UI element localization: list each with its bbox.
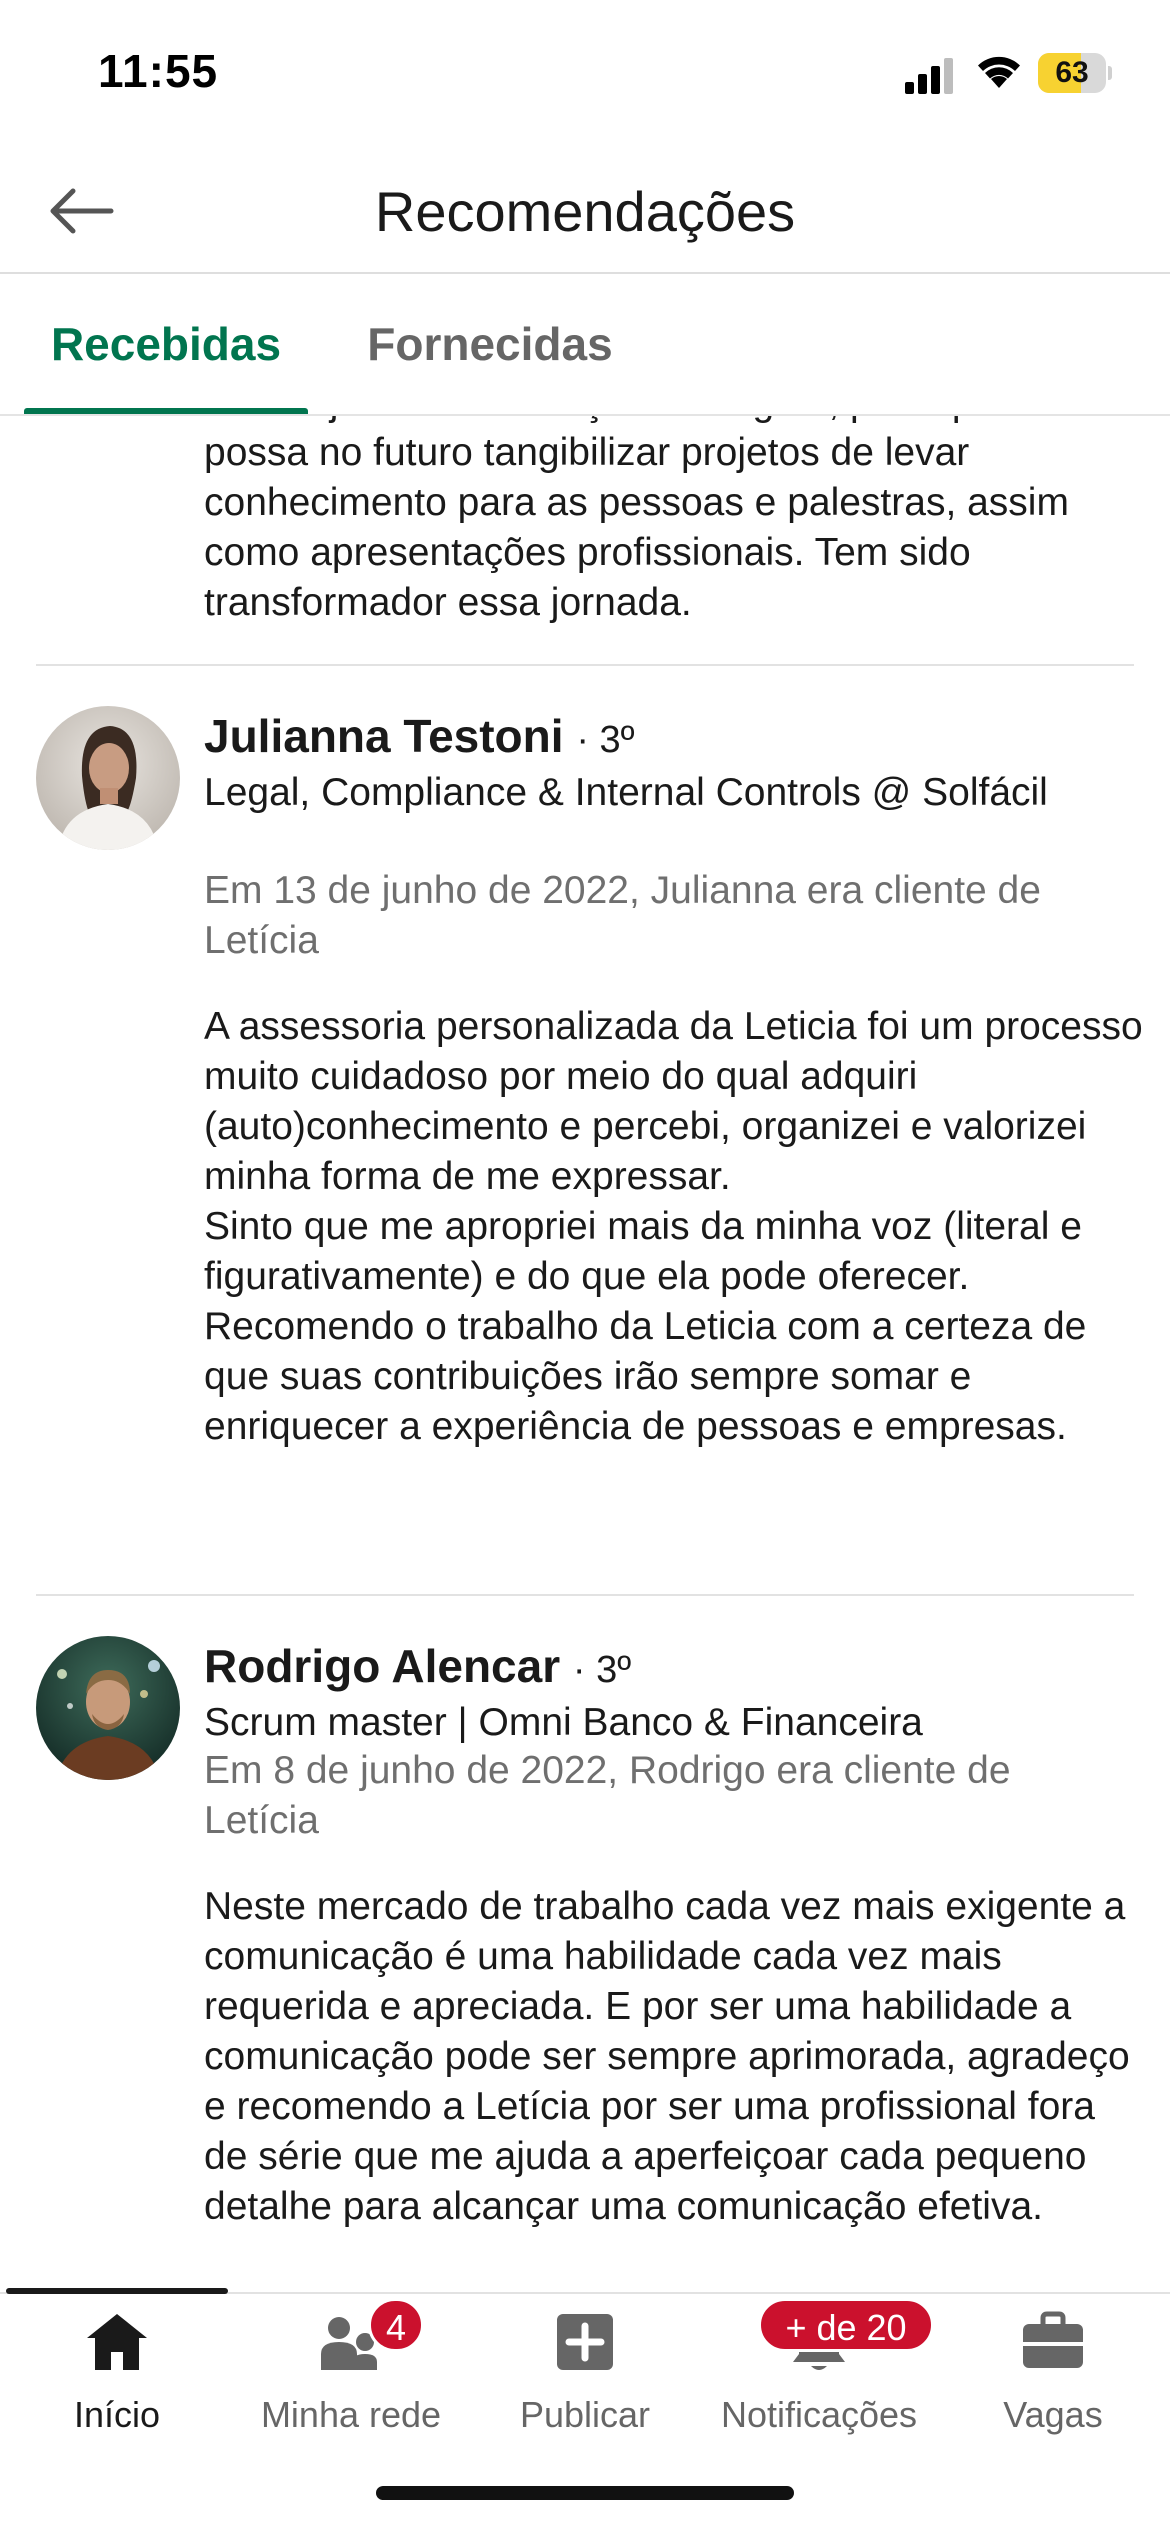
wifi-icon	[978, 56, 1020, 88]
nav-home[interactable]: Início	[0, 2294, 234, 2464]
recommendation-card: Rodrigo Alencar · 3º Scrum master | Omni…	[0, 1636, 1170, 2292]
recommender-name[interactable]: Rodrigo Alencar	[204, 1640, 560, 1692]
nav-notifications[interactable]: + de 20 Notificações	[702, 2294, 936, 2464]
nav-label-jobs: Vagas	[1003, 2394, 1103, 2435]
signal-icon	[905, 58, 953, 94]
recommendations-list[interactable]: na voz junto à articulação e imagem, par…	[0, 416, 1170, 2292]
nav-label-home: Início	[73, 2394, 161, 2435]
avatar[interactable]	[36, 706, 180, 850]
recommendation-relation: Em 13 de junho de 2022, Julianna era cli…	[204, 869, 1041, 962]
recommendation-relation: Em 8 de junho de 2022, Rodrigo era clien…	[204, 1749, 1011, 1842]
notifications-badge: + de 20	[758, 2298, 934, 2352]
avatar[interactable]	[36, 1636, 180, 1780]
home-indicator	[376, 2486, 794, 2500]
plus-square-icon	[557, 2314, 613, 2370]
active-tab-indicator	[24, 408, 308, 414]
connection-degree: · 3º	[576, 719, 635, 761]
network-badge: 4	[368, 2298, 424, 2352]
recommender-line: Rodrigo Alencar · 3º	[204, 1636, 631, 1700]
recommender-headline: Legal, Compliance & Internal Controls @ …	[204, 771, 1048, 814]
recommendation-tabs: Recebidas Fornecidas	[0, 276, 1170, 416]
previous-recommendation-text: na voz junto à articulação e imagem, par…	[204, 416, 1069, 624]
recommendation-card: Julianna Testoni · 3º Legal, Compliance …	[0, 706, 1170, 1448]
recommender-name[interactable]: Julianna Testoni	[204, 710, 564, 762]
tab-received[interactable]: Recebidas	[24, 276, 308, 416]
nav-label-post: Publicar	[519, 2394, 651, 2435]
status-bar: 11:55 63	[0, 0, 1170, 150]
back-button[interactable]	[40, 176, 120, 246]
recommender-line: Julianna Testoni · 3º	[204, 706, 635, 770]
home-icon	[87, 2314, 147, 2370]
avatar-photo	[36, 1636, 180, 1780]
divider	[36, 1594, 1134, 1596]
recommendation-text: Neste mercado de trabalho cada vez mais …	[204, 1885, 1130, 2228]
nav-post[interactable]: Publicar	[468, 2294, 702, 2464]
tab-given[interactable]: Fornecidas	[340, 276, 640, 416]
connection-degree: · 3º	[572, 1649, 632, 1691]
page-title: Recomendações	[374, 180, 796, 243]
battery-nub	[1108, 66, 1112, 80]
avatar-photo	[36, 706, 180, 850]
top-app-bar: Recomendações	[0, 150, 1170, 274]
arrow-left-icon	[50, 188, 114, 234]
nav-label-network: Minha rede	[260, 2394, 442, 2435]
briefcase-icon	[1023, 2311, 1083, 2368]
nav-network[interactable]: 4 Minha rede	[234, 2294, 468, 2464]
battery-icon: 63	[1038, 53, 1112, 93]
status-time: 11:55	[98, 45, 219, 97]
recommendation-text: A assessoria personalizada da Leticia fo…	[204, 1005, 1143, 1448]
nav-label-notifications: Notificações	[720, 2394, 918, 2435]
battery-body: 63	[1038, 53, 1106, 93]
nav-jobs[interactable]: Vagas	[936, 2294, 1170, 2464]
battery-level: 63	[1055, 56, 1089, 89]
divider	[36, 664, 1134, 666]
recommender-headline: Scrum master | Omni Banco & Financeira	[204, 1701, 923, 1744]
